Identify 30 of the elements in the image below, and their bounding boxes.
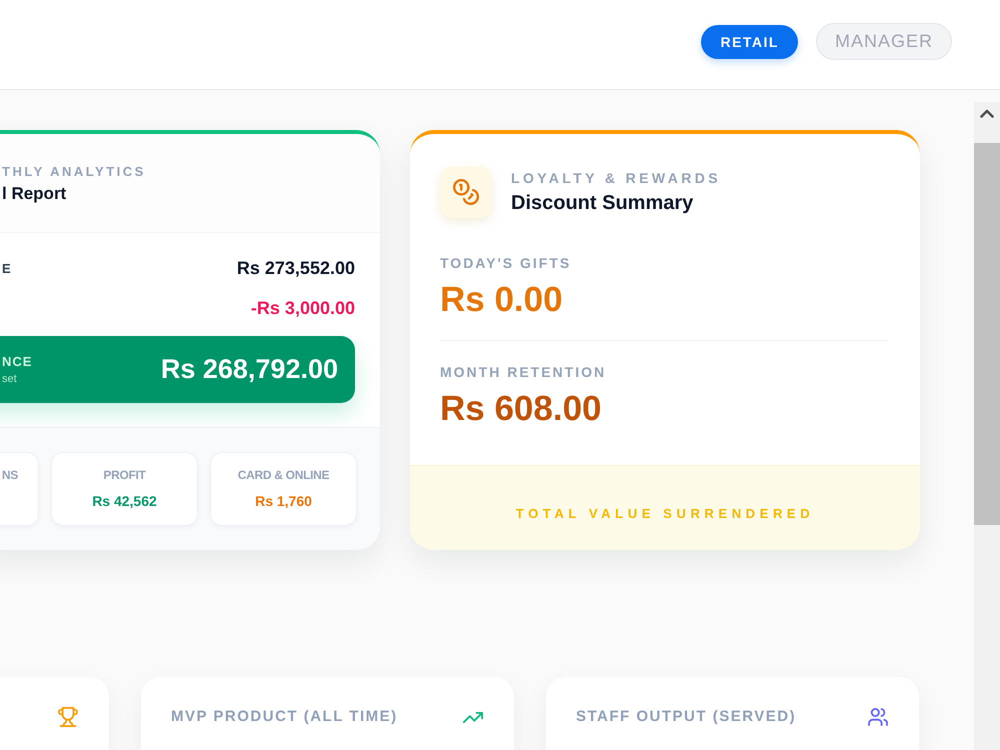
stat-value: Rs 42,562: [92, 492, 157, 510]
card-eyebrow: LOYALTY & REWARDS: [511, 170, 722, 186]
balance-label: NCE: [2, 354, 32, 370]
users-icon: [868, 708, 888, 726]
trending-up-icon: [463, 712, 483, 722]
metric-label: TODAY'S GIFTS: [440, 255, 572, 271]
metric-label: MONTH RETENTION: [440, 364, 606, 380]
trophy-icon: [58, 707, 78, 727]
balance-value: Rs 268,792.00: [160, 354, 338, 385]
card-title: Discount Summary: [511, 190, 694, 214]
chevron-up-icon[interactable]: [980, 109, 994, 118]
coins-icon: [440, 166, 492, 218]
amount-value: Rs 273,552.00: [236, 258, 355, 278]
scrollbar-thumb[interactable]: [974, 143, 1000, 525]
footer-caption: TOTAL VALUE SURRENDERED: [516, 506, 814, 522]
panel-title: MVP PRODUCT (ALL TIME): [171, 708, 398, 726]
amount-value: -Rs 3,000.00: [250, 298, 355, 318]
panel-title: STAFF OUTPUT (SERVED): [576, 708, 796, 726]
stat-value: Rs 1,760: [255, 492, 312, 510]
stat-label: PROFIT: [103, 467, 146, 483]
metric-value: Rs 0.00: [440, 281, 563, 319]
role-tab[interactable]: RETAIL: [701, 24, 798, 58]
metric-value: Rs 608.00: [440, 390, 602, 428]
row-label: E: [2, 260, 13, 276]
stat-label: NS: [2, 467, 18, 483]
stat-label: CARD & ONLINE: [238, 467, 330, 483]
scrollbar[interactable]: [974, 102, 1000, 750]
balance-note: set: [2, 372, 17, 386]
card-eyebrow: THLY ANALYTICS: [2, 164, 146, 180]
card-title: l Report: [2, 183, 66, 204]
